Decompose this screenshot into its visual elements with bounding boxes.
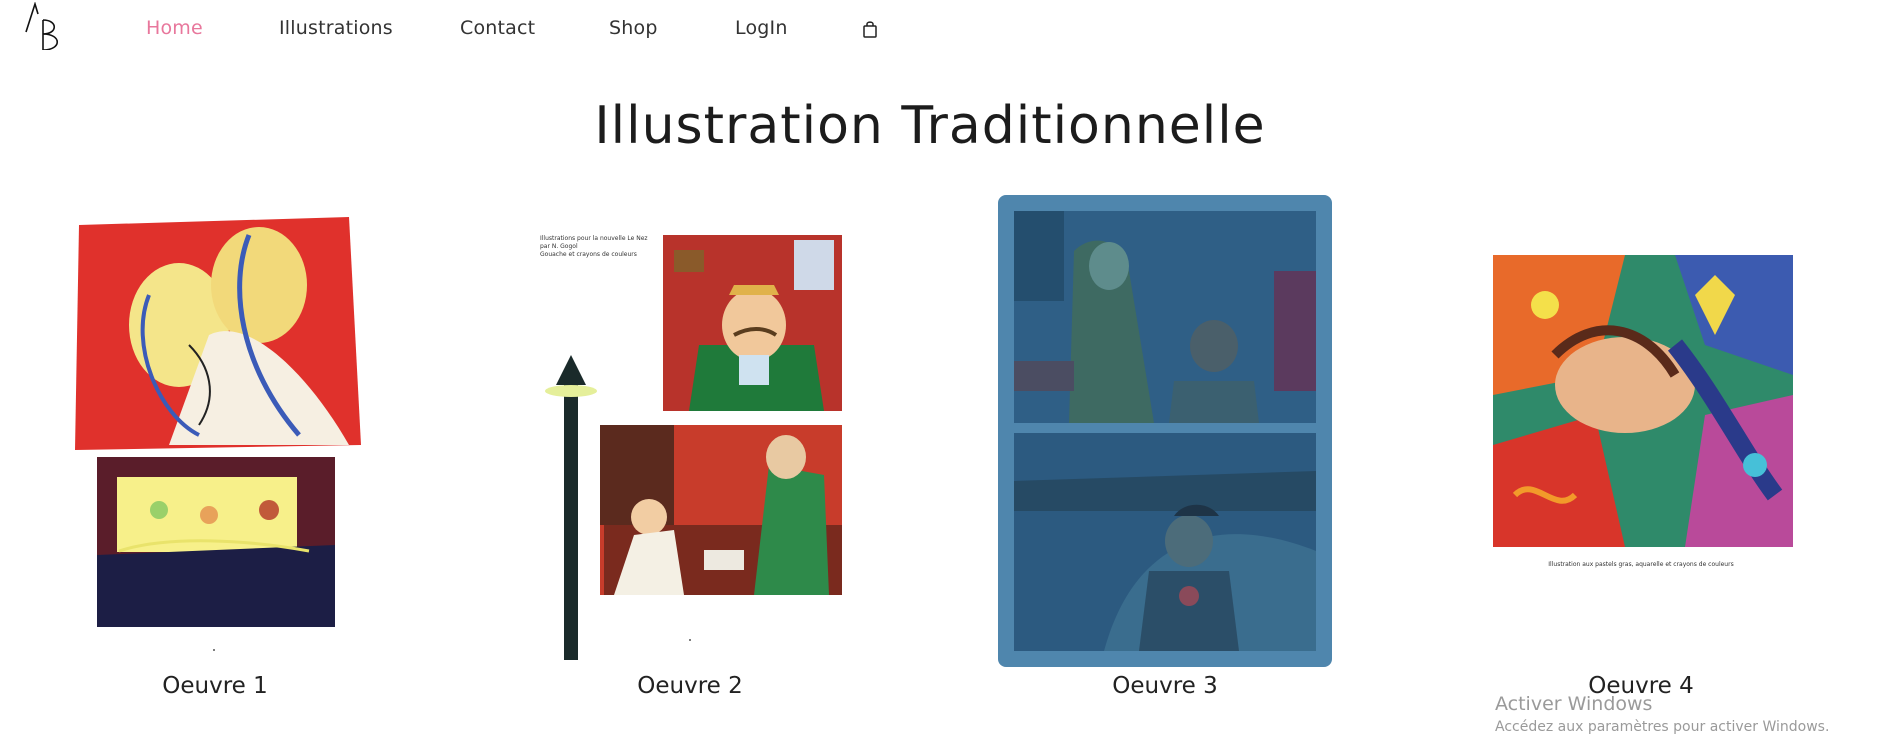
windows-activation-watermark: Activer Windows Accédez aux paramètres p… (1495, 693, 1829, 735)
nav-home[interactable]: Home (146, 17, 203, 39)
watermark-subtitle: Accédez aux paramètres pour activer Wind… (1495, 719, 1830, 735)
gallery-label-2: Oeuvre 2 (637, 673, 743, 699)
watermark-title: Activer Windows (1495, 693, 1653, 715)
gallery-label-1: Oeuvre 1 (162, 673, 268, 699)
gallery-card-1[interactable] (49, 195, 381, 667)
gallery-card-3-hover-overlay[interactable] (998, 195, 1332, 667)
page-title: Illustration Traditionnelle (594, 96, 1266, 156)
gallery-card-4[interactable]: Illustration aux pastels gras, aquarelle… (1475, 195, 1807, 667)
artwork-oeuvre-1 (75, 217, 361, 651)
artwork-oeuvre-2 (545, 235, 842, 660)
nav-illustrations[interactable]: Illustrations (279, 17, 393, 39)
logo[interactable] (24, 2, 70, 50)
artwork-oeuvre-3 (1014, 211, 1316, 651)
shopping-bag-icon[interactable] (862, 20, 878, 38)
gallery-card-2[interactable]: Illustrations pour la nouvelle Le Nez pa… (524, 195, 856, 667)
gallery-label-3: Oeuvre 3 (1112, 673, 1218, 699)
artwork-oeuvre-4 (1493, 255, 1793, 547)
nav-shop[interactable]: Shop (609, 17, 658, 39)
nav-login[interactable]: LogIn (735, 17, 788, 39)
gallery-caption-4: Illustration aux pastels gras, aquarelle… (1548, 561, 1734, 568)
nav-contact[interactable]: Contact (460, 17, 535, 39)
